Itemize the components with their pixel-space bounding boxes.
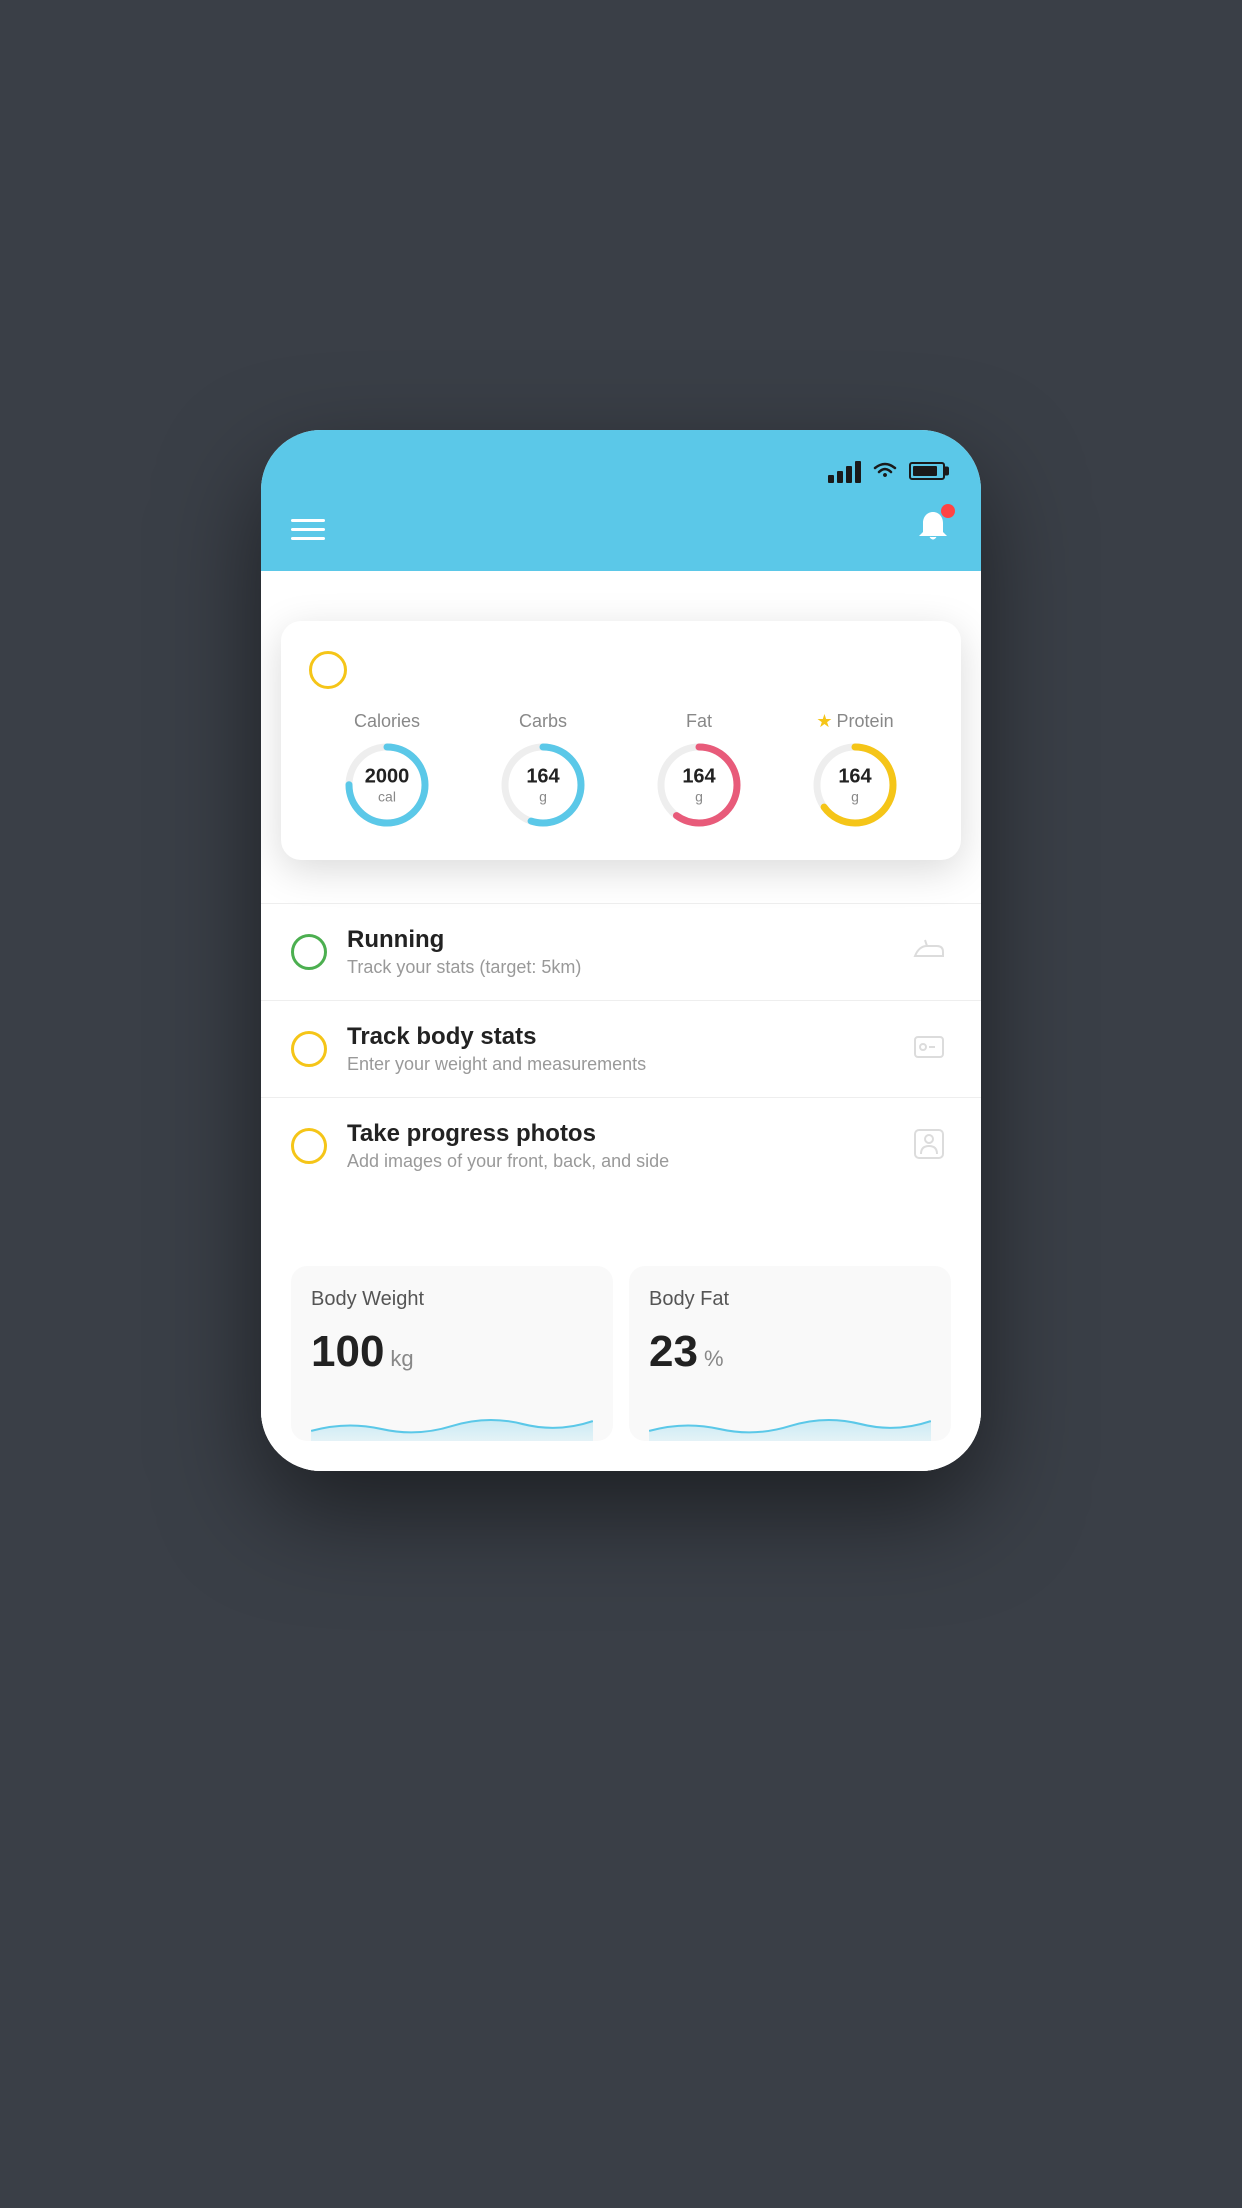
progress-header <box>291 1224 951 1266</box>
phone-content: Calories 2000 cal Carbs 164 g <box>261 571 981 1471</box>
progress-chart <box>649 1391 931 1441</box>
status-bar <box>261 430 981 494</box>
todo-circle[interactable] <box>291 934 327 970</box>
todo-text: Running Track your stats (target: 5km) <box>347 926 891 978</box>
circle-unit: g <box>838 789 871 805</box>
progress-unit: % <box>704 1346 724 1372</box>
progress-card-title: Body Weight <box>311 1288 593 1311</box>
things-section-header <box>261 571 981 613</box>
todo-icon <box>911 1126 951 1166</box>
circle-value: 164 <box>526 766 559 789</box>
todo-title: Take progress photos <box>347 1120 891 1148</box>
todo-circle[interactable] <box>291 1031 327 1067</box>
circle-ring: 164 g <box>654 740 744 830</box>
nutrition-label: Protein <box>837 711 894 732</box>
progress-card-body-weight[interactable]: Body Weight 100 kg <box>291 1266 613 1441</box>
nutrition-label-row: Calories <box>354 711 420 732</box>
phone-mockup: Calories 2000 cal Carbs 164 g <box>261 430 981 1471</box>
notification-bell[interactable] <box>915 508 951 551</box>
circle-unit: g <box>526 789 559 805</box>
circle-inner: 164 g <box>526 766 559 805</box>
circle-ring: 164 g <box>498 740 588 830</box>
todo-subtitle: Track your stats (target: 5km) <box>347 957 891 978</box>
nutrition-item-protein: ★ Protein 164 g <box>810 711 900 830</box>
battery-icon <box>909 462 945 480</box>
nutrition-label: Fat <box>686 711 712 732</box>
hamburger-menu[interactable] <box>291 519 325 540</box>
progress-card-title: Body Fat <box>649 1288 931 1311</box>
nutrition-card: Calories 2000 cal Carbs 164 g <box>281 621 961 860</box>
nutrition-item-fat: Fat 164 g <box>654 711 744 830</box>
progress-number: 23 <box>649 1327 698 1377</box>
nutrition-label-row: Fat <box>686 711 712 732</box>
todo-text: Track body stats Enter your weight and m… <box>347 1023 891 1075</box>
progress-cards: Body Weight 100 kg Body Fat 23 % <box>291 1266 951 1441</box>
todo-item-1[interactable]: Running Track your stats (target: 5km) <box>261 903 981 1000</box>
progress-value: 23 % <box>649 1327 931 1377</box>
todo-text: Take progress photos Add images of your … <box>347 1120 891 1172</box>
circle-unit: g <box>682 789 715 805</box>
notification-dot <box>941 504 955 518</box>
signal-icon <box>828 459 861 483</box>
progress-card-body-fat[interactable]: Body Fat 23 % <box>629 1266 951 1441</box>
nutrition-item-carbs: Carbs 164 g <box>498 711 588 830</box>
todo-circle[interactable] <box>291 1128 327 1164</box>
circle-inner: 2000 cal <box>365 766 410 805</box>
wifi-icon <box>871 460 899 482</box>
nav-bar <box>261 494 981 571</box>
todo-icon <box>911 932 951 972</box>
shoe-icon <box>911 932 947 968</box>
progress-value: 100 kg <box>311 1327 593 1377</box>
todo-subtitle: Add images of your front, back, and side <box>347 1151 891 1172</box>
scale-icon <box>911 1029 947 1065</box>
todo-subtitle: Enter your weight and measurements <box>347 1054 891 1075</box>
progress-unit: kg <box>390 1346 413 1372</box>
nutrition-label: Calories <box>354 711 420 732</box>
star-icon: ★ <box>816 711 832 732</box>
circle-value: 164 <box>838 766 871 789</box>
circle-value: 2000 <box>365 766 410 789</box>
todo-icon <box>911 1029 951 1069</box>
card-title-row <box>309 651 933 689</box>
circle-ring: 2000 cal <box>342 740 432 830</box>
progress-section: Body Weight 100 kg Body Fat 23 % <box>261 1224 981 1471</box>
status-icons <box>828 459 945 483</box>
nutrition-label-row: ★ Protein <box>816 711 893 732</box>
todo-title: Track body stats <box>347 1023 891 1051</box>
nutrition-grid: Calories 2000 cal Carbs 164 g <box>309 711 933 830</box>
progress-chart <box>311 1391 593 1441</box>
nutrition-label: Carbs <box>519 711 567 732</box>
circle-inner: 164 g <box>838 766 871 805</box>
circle-inner: 164 g <box>682 766 715 805</box>
circle-ring: 164 g <box>810 740 900 830</box>
todo-item-3[interactable]: Take progress photos Add images of your … <box>261 1097 981 1194</box>
person-icon <box>911 1126 947 1162</box>
nutrition-label-row: Carbs <box>519 711 567 732</box>
circle-unit: cal <box>365 789 410 805</box>
todo-item-2[interactable]: Track body stats Enter your weight and m… <box>261 1000 981 1097</box>
progress-number: 100 <box>311 1327 384 1377</box>
todo-checkbox-nutrition[interactable] <box>309 651 347 689</box>
todo-title: Running <box>347 926 891 954</box>
circle-value: 164 <box>682 766 715 789</box>
nutrition-item-calories: Calories 2000 cal <box>342 711 432 830</box>
